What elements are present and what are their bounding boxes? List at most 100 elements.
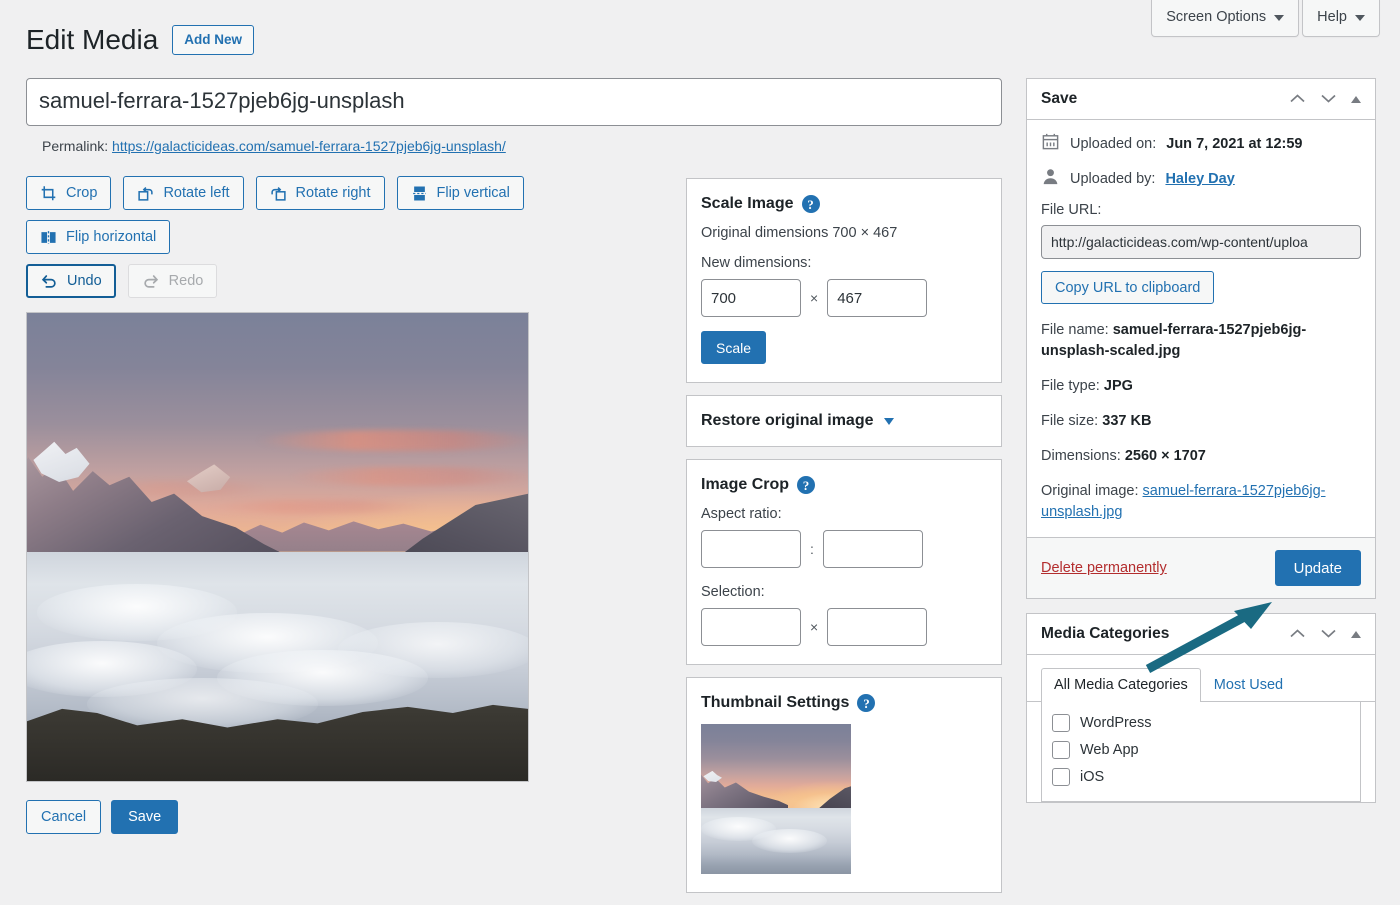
- category-item-ios[interactable]: iOS: [1052, 768, 1350, 787]
- redo-label: Redo: [168, 272, 204, 289]
- uploaded-by-label: Uploaded by:: [1070, 170, 1156, 187]
- scale-button[interactable]: Scale: [701, 331, 767, 364]
- checkbox[interactable]: [1052, 768, 1070, 787]
- aspect-ratio-row: :: [701, 530, 987, 568]
- file-name-row: File name: samuel-ferrara-1527pjeb6jg-un…: [1041, 320, 1361, 362]
- undo-icon: [40, 272, 58, 290]
- uploaded-by-link[interactable]: Haley Day: [1165, 171, 1234, 187]
- file-size-row: File size: 337 KB: [1041, 411, 1361, 432]
- category-label: WordPress: [1080, 715, 1152, 732]
- tab-most-used[interactable]: Most Used: [1201, 668, 1296, 702]
- sidebar-column: Save Uploaded on: Jun 7, 2021 at 12:59 U…: [1026, 78, 1376, 817]
- flip-horizontal-label: Flip horizontal: [66, 228, 157, 245]
- user-icon: [1041, 167, 1060, 190]
- media-title-input[interactable]: [26, 78, 1002, 126]
- thumbnail-settings-title: Thumbnail Settings ?: [701, 694, 987, 712]
- media-categories-title: Media Categories: [1041, 625, 1170, 643]
- page-title: Edit Media: [26, 24, 159, 55]
- dimensions-row: Dimensions: 2560 × 1707: [1041, 446, 1361, 467]
- help-icon[interactable]: ?: [797, 476, 816, 494]
- dimension-separator: ×: [810, 290, 819, 306]
- uploaded-on-row: Uploaded on: Jun 7, 2021 at 12:59: [1041, 132, 1361, 155]
- move-up-icon[interactable]: [1289, 91, 1306, 107]
- checkbox[interactable]: [1052, 714, 1070, 733]
- save-postbox: Save Uploaded on: Jun 7, 2021 at 12:59 U…: [1026, 78, 1376, 600]
- help-icon[interactable]: ?: [801, 195, 820, 213]
- permalink-link[interactable]: https://galacticideas.com/samuel-ferrara…: [112, 138, 506, 154]
- rotate-left-icon: [137, 185, 154, 202]
- move-down-icon[interactable]: [1320, 91, 1337, 107]
- scale-width-input[interactable]: [701, 279, 801, 317]
- selection-row: ×: [701, 608, 987, 646]
- undo-button[interactable]: Undo: [26, 264, 116, 298]
- flip-vertical-button[interactable]: Flip vertical: [396, 176, 524, 210]
- save-postbox-body: Uploaded on: Jun 7, 2021 at 12:59 Upload…: [1027, 120, 1375, 523]
- restore-original-card: Restore original image: [686, 395, 1002, 447]
- save-postbox-title: Save: [1041, 90, 1078, 107]
- help-button[interactable]: Help: [1302, 0, 1380, 38]
- rotate-left-button[interactable]: Rotate left: [123, 176, 244, 210]
- help-icon[interactable]: ?: [857, 694, 876, 712]
- checkbox[interactable]: [1052, 741, 1070, 760]
- original-dimensions-text: Original dimensions 700 × 467: [701, 225, 898, 241]
- add-new-button[interactable]: Add New: [172, 24, 255, 56]
- restore-original-toggle[interactable]: Restore original image: [687, 396, 1001, 446]
- scale-image-label: Scale Image: [701, 195, 794, 212]
- cloud-streak: [257, 430, 528, 452]
- scale-image-title: Scale Image ?: [701, 195, 987, 213]
- flip-horizontal-button[interactable]: Flip horizontal: [26, 220, 171, 254]
- move-down-icon[interactable]: [1320, 626, 1337, 642]
- tab-all-media-categories[interactable]: All Media Categories: [1041, 668, 1201, 703]
- uploaded-on-label: Uploaded on:: [1070, 135, 1157, 152]
- file-url-input[interactable]: [1041, 225, 1361, 259]
- rotate-left-label: Rotate left: [163, 184, 230, 201]
- uploaded-on-value: Jun 7, 2021 at 12:59: [1166, 135, 1303, 152]
- scale-dimension-row: ×: [701, 279, 987, 317]
- crop-button[interactable]: Crop: [26, 176, 112, 210]
- file-type-value: JPG: [1103, 378, 1133, 395]
- original-image-row: Original image: samuel-ferrara-1527pjeb6…: [1041, 481, 1361, 523]
- category-item-wordpress[interactable]: WordPress: [1052, 714, 1350, 733]
- toggle-panel-icon[interactable]: [1351, 95, 1361, 103]
- cancel-button[interactable]: Cancel: [26, 800, 102, 834]
- redo-button[interactable]: Redo: [127, 264, 218, 298]
- toggle-panel-icon[interactable]: [1351, 630, 1361, 638]
- selection-height-input[interactable]: [827, 608, 928, 646]
- copy-url-button[interactable]: Copy URL to clipboard: [1041, 271, 1215, 304]
- postbox-header-actions: [1289, 626, 1363, 642]
- postbox-header-actions: [1289, 91, 1363, 107]
- aspect-ratio-height-input[interactable]: [822, 530, 923, 568]
- category-label: iOS: [1080, 769, 1105, 786]
- update-button[interactable]: Update: [1274, 550, 1361, 587]
- screen-options-button[interactable]: Screen Options: [1151, 0, 1300, 38]
- thumbnail-settings-label: Thumbnail Settings: [701, 694, 850, 711]
- restore-original-label: Restore original image: [701, 412, 874, 429]
- media-categories-postbox: Media Categories All Media Categories Mo…: [1026, 613, 1376, 804]
- chevron-down-icon: [1355, 14, 1365, 21]
- uploaded-by-row: Uploaded by: Haley Day: [1041, 167, 1361, 190]
- calendar-icon: [1041, 132, 1060, 155]
- save-button[interactable]: Save: [111, 800, 179, 834]
- image-preview[interactable]: [26, 312, 529, 782]
- help-label: Help: [1317, 9, 1347, 25]
- selection-width-input[interactable]: [701, 608, 801, 646]
- category-label: Web App: [1080, 742, 1139, 759]
- cloud-puff: [337, 621, 528, 679]
- thumbnail-preview: [701, 724, 851, 874]
- delete-permanently-link[interactable]: Delete permanently: [1041, 560, 1167, 576]
- move-up-icon[interactable]: [1289, 626, 1306, 642]
- thumbnail-settings-card: Thumbnail Settings ?: [686, 677, 1002, 893]
- category-item-web-app[interactable]: Web App: [1052, 741, 1350, 760]
- selection-label: Selection:: [701, 584, 765, 600]
- scale-height-input[interactable]: [827, 279, 928, 317]
- aspect-ratio-label: Aspect ratio:: [701, 506, 782, 522]
- aspect-ratio-width-input[interactable]: [701, 530, 801, 568]
- rotate-right-icon: [270, 185, 287, 202]
- crop-icon: [40, 185, 57, 202]
- rotate-right-button[interactable]: Rotate right: [255, 176, 385, 210]
- flip-vertical-label: Flip vertical: [436, 184, 510, 201]
- chevron-down-icon: [883, 417, 894, 425]
- page-header: Edit Media Add New: [26, 22, 255, 58]
- chevron-down-icon: [1274, 14, 1285, 21]
- file-type-label: File type:: [1041, 378, 1100, 395]
